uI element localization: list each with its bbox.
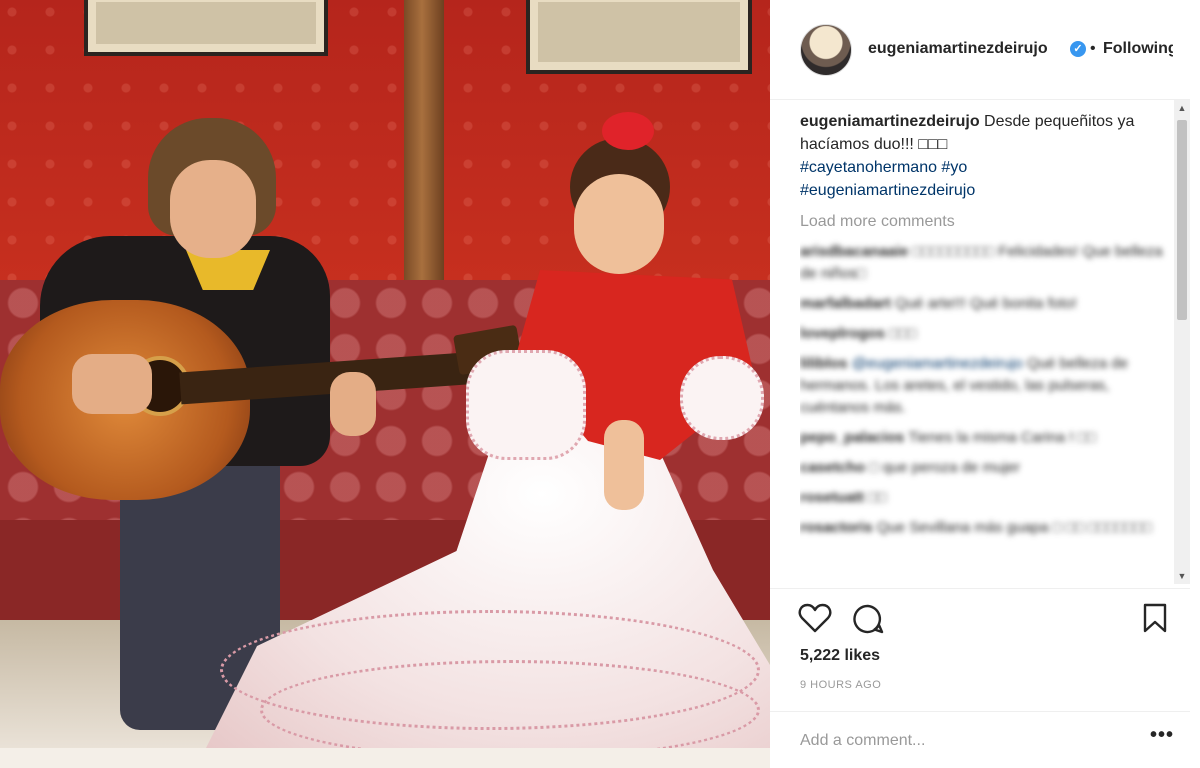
comment-text: Tienes la misma Carina ! □□ xyxy=(908,429,1096,446)
girl-sleeve-right xyxy=(680,356,764,440)
girl-face xyxy=(574,174,664,274)
comment-text: Qué arte!!! Qué bonita foto! xyxy=(895,295,1077,312)
verified-badge-icon: ✓ xyxy=(1070,41,1086,57)
scroll-up-arrow-icon[interactable]: ▲ xyxy=(1174,100,1190,116)
comment-username[interactable]: rosetuatt xyxy=(800,489,864,506)
add-comment-bar: ••• xyxy=(770,711,1190,768)
load-more-comments-link[interactable]: Load more comments xyxy=(800,210,1170,233)
comment-text: Que Sevillana más guapa □ □□ □□□□□□□ xyxy=(876,519,1152,536)
bookmark-icon[interactable] xyxy=(1142,603,1168,633)
comment-item: casetcho □ que peroza de mujer xyxy=(800,457,1170,479)
girl-arm xyxy=(604,420,644,510)
comment-mention-link[interactable]: @eugeniamartinezdeirujo xyxy=(852,355,1023,372)
hashtag-link[interactable]: #eugeniamartinezdeirujo xyxy=(800,179,1170,202)
comments-list[interactable]: eugeniamartinezdeirujo Desde pequeñitos … xyxy=(800,110,1170,590)
wooden-post xyxy=(404,0,444,290)
dress-ruffle xyxy=(260,660,760,760)
girl-sleeve-left xyxy=(466,350,586,460)
post-caption: eugeniamartinezdeirujo Desde pequeñitos … xyxy=(800,110,1170,202)
comment-username[interactable]: loveplrogos xyxy=(800,325,885,342)
photo-border xyxy=(0,748,770,768)
comment-bubble-icon[interactable] xyxy=(852,603,884,635)
post-header: eugeniamartinezdeirujo ✓ • Following xyxy=(770,0,1190,100)
comment-text: □□ xyxy=(868,489,887,506)
comment-item: pepo_palacios Tienes la misma Carina ! □… xyxy=(800,427,1170,449)
post-photo xyxy=(0,0,770,768)
post-actions: 5,222 likes 9 HOURS AGO ••• xyxy=(770,588,1190,768)
boy-strumming-hand xyxy=(72,354,152,414)
post-timestamp[interactable]: 9 HOURS AGO xyxy=(800,679,881,691)
header-separator: • xyxy=(1090,40,1096,57)
comment-text: □ que peroza de mujer xyxy=(869,459,1021,476)
hashtag-link[interactable]: #cayetanohermano #yo xyxy=(800,156,1170,179)
scroll-down-arrow-icon[interactable]: ▼ xyxy=(1174,568,1190,584)
wall-frame-right xyxy=(526,0,752,74)
comment-username[interactable]: liliblos xyxy=(800,355,848,372)
comment-item: rosactoris Que Sevillana más guapa □ □□ … xyxy=(800,517,1170,539)
comment-item: arisdbacanaaie □□□□□□□□□ Felicidades! Qu… xyxy=(800,241,1170,285)
wall-frame-left xyxy=(84,0,328,56)
comment-item: marfalbadart Qué arte!!! Qué bonita foto… xyxy=(800,293,1170,315)
comment-username[interactable]: casetcho xyxy=(800,459,865,476)
comment-item: rosetuatt □□ xyxy=(800,487,1170,509)
comment-username[interactable]: rosactoris xyxy=(800,519,873,536)
likes-count[interactable]: 5,222 likes xyxy=(800,647,880,665)
comment-item: loveplrogos □□□ xyxy=(800,323,1170,345)
boy-face xyxy=(170,160,256,258)
comment-username[interactable]: marfalbadart xyxy=(800,295,891,312)
girl-hair-flower xyxy=(602,112,654,150)
post-side-panel: eugeniamartinezdeirujo ✓ • Following eug… xyxy=(770,0,1200,768)
comment-username[interactable]: arisdbacanaaie xyxy=(800,243,908,260)
scrollbar-thumb[interactable] xyxy=(1177,120,1187,320)
more-options-icon[interactable]: ••• xyxy=(1150,724,1174,747)
comment-username[interactable]: pepo_palacios xyxy=(800,429,904,446)
comments-scrollbar[interactable]: ▲ ▼ xyxy=(1174,100,1190,584)
header-username[interactable]: eugeniamartinezdeirujo xyxy=(868,40,1048,58)
comment-text: □□□ xyxy=(889,325,917,342)
heart-icon[interactable] xyxy=(798,603,832,633)
comment-item: liliblos @eugeniamartinezdeirujo Qué bel… xyxy=(800,353,1170,419)
avatar[interactable] xyxy=(800,24,852,76)
following-button[interactable]: Following xyxy=(1103,40,1173,58)
boy-fret-hand xyxy=(330,372,376,436)
add-comment-input[interactable] xyxy=(800,728,1120,754)
caption-username[interactable]: eugeniamartinezdeirujo xyxy=(800,113,980,130)
